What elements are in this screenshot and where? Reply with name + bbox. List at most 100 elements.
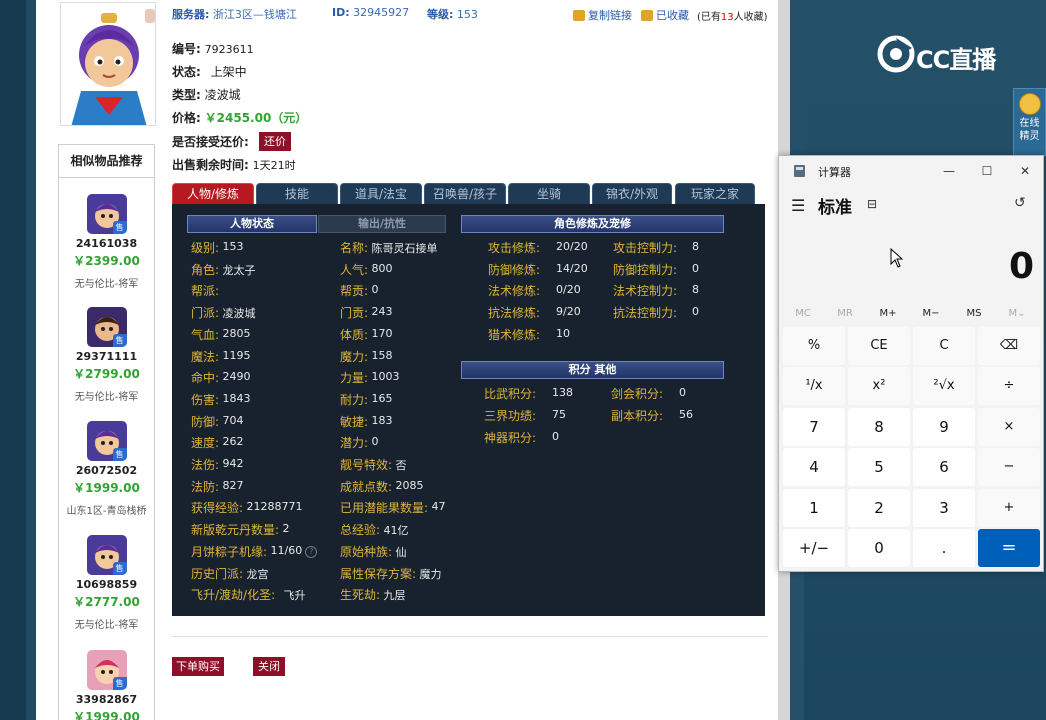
level-info: 等级: 153 — [427, 6, 478, 22]
number-value: 7923611 — [204, 43, 254, 56]
similar-item-avatar[interactable]: 售 — [86, 535, 127, 575]
copy-link-button[interactable]: 复制链接 — [573, 7, 632, 23]
similar-item[interactable]: 售 10698859 ￥2777.00 无与伦比-将军 — [58, 535, 155, 631]
square-key[interactable]: x² — [848, 367, 910, 405]
percent-key[interactable]: % — [783, 327, 845, 365]
stat-label: 已用潜能果数量: — [340, 501, 429, 516]
similar-item-avatar[interactable]: 售 — [86, 650, 127, 690]
spirit-icon — [1018, 93, 1041, 115]
similar-item-id[interactable]: 10698859 — [58, 578, 155, 591]
stat-label: 防御修炼: — [488, 262, 541, 277]
stat-label: 法术修炼: — [488, 284, 541, 299]
memory-button[interactable]: M− — [911, 306, 951, 322]
close-button[interactable]: 关闭 — [253, 657, 285, 676]
digit-6-key[interactable]: 6 — [913, 448, 975, 486]
add-key[interactable]: + — [978, 489, 1040, 527]
similar-item[interactable]: 售 29371111 ￥2799.00 无与伦比-将军 — [58, 307, 155, 403]
memory-button[interactable]: MR — [825, 306, 865, 322]
stat-value: 0 — [679, 386, 686, 399]
haggle-button[interactable]: 还价 — [259, 132, 291, 151]
similar-item-avatar[interactable]: 售 — [86, 307, 127, 347]
similar-item-id[interactable]: 33982867 — [58, 693, 155, 706]
similar-item[interactable]: 售 33982867 ￥1999.00 — [58, 650, 155, 720]
digit-3-key[interactable]: 3 — [913, 489, 975, 527]
calculator-titlebar[interactable]: 计算器 — ☐ ✕ — [779, 156, 1043, 186]
keep-on-top-icon[interactable]: ⊟ — [867, 197, 877, 211]
multiply-key[interactable]: × — [978, 408, 1040, 446]
stat-value: 陈哥灵石接单 — [371, 242, 438, 255]
equals-key[interactable]: = — [978, 529, 1040, 567]
hamburger-menu-icon[interactable]: ☰ — [791, 196, 805, 215]
stat-label: 角色: — [191, 262, 220, 277]
stat-value: 827 — [222, 478, 244, 492]
stat-label: 攻击控制力: — [613, 241, 678, 255]
digit-1-key[interactable]: 1 — [783, 489, 845, 527]
digit-0-key[interactable]: 0 — [848, 529, 910, 567]
square-root-key[interactable]: ²√x — [913, 367, 975, 405]
stat-value: 41亿 — [383, 524, 409, 538]
tab-appearance[interactable]: 锦衣/外观 — [592, 183, 672, 204]
digit-2-key[interactable]: 2 — [848, 489, 910, 527]
online-spirit-widget[interactable]: 在线 精灵 — [1013, 88, 1046, 156]
memory-button[interactable]: MC — [783, 306, 823, 322]
spirit-label-line2: 精灵 — [1019, 131, 1040, 142]
section-output-resist[interactable]: 输出/抗性 — [318, 215, 446, 233]
similar-item-id[interactable]: 29371111 — [58, 350, 155, 363]
similar-item-price: ￥2777.00 — [73, 595, 140, 609]
memory-button[interactable]: MS — [954, 306, 994, 322]
tab-mounts[interactable]: 坐骑 — [508, 183, 590, 204]
subtract-key[interactable]: − — [978, 448, 1040, 486]
backspace-key[interactable]: ⌫ — [978, 327, 1040, 365]
tab-character[interactable]: 人物/修炼 — [172, 183, 254, 204]
stat-label: 猎术修炼: — [488, 327, 541, 342]
stat-label: 生死劫: — [340, 588, 381, 603]
help-icon[interactable]: ? — [305, 545, 318, 558]
similar-item[interactable]: 售 26072502 ￥1999.00 山东1区-青岛栈桥 — [58, 421, 155, 517]
similar-item-id[interactable]: 24161038 — [58, 237, 155, 250]
maximize-button[interactable]: ☐ — [976, 161, 998, 181]
clear-entry-key[interactable]: CE — [848, 327, 910, 365]
stat-label: 人气: — [340, 262, 369, 277]
status-label: 状态: — [172, 65, 201, 79]
stat-label: 帮贡: — [340, 284, 369, 299]
divide-key[interactable]: ÷ — [978, 367, 1040, 405]
digit-4-key[interactable]: 4 — [783, 448, 845, 486]
tab-home[interactable]: 玩家之家 — [675, 183, 755, 204]
digit-9-key[interactable]: 9 — [913, 408, 975, 446]
similar-item[interactable]: 售 24161038 ￥2399.00 无与伦比-将军 — [58, 194, 155, 290]
tab-skills[interactable]: 技能 — [256, 183, 338, 204]
similar-item-avatar[interactable]: 售 — [86, 421, 127, 461]
stat-value: 1843 — [222, 391, 251, 405]
similar-item-id[interactable]: 26072502 — [58, 464, 155, 477]
similar-item-price: ￥2799.00 — [73, 367, 140, 381]
favorited-button[interactable]: 已收藏 — [641, 7, 689, 23]
similar-items-title: 相似物品推荐 — [58, 144, 155, 178]
stat-label: 原始种族: — [340, 544, 393, 559]
tab-pets[interactable]: 召唤兽/孩子 — [424, 183, 506, 204]
price-label: 价格: — [172, 111, 201, 125]
memory-button[interactable]: M+ — [868, 306, 908, 322]
stat-label: 潜力: — [340, 436, 369, 451]
stat-value: 否 — [395, 459, 407, 472]
tab-items[interactable]: 道具/法宝 — [340, 183, 422, 204]
buy-button[interactable]: 下单购买 — [172, 657, 224, 676]
digit-7-key[interactable]: 7 — [783, 408, 845, 446]
level-label: 等级: — [427, 8, 454, 21]
calculator-mode-title: 标准 — [818, 198, 852, 218]
stat-value: 0 — [692, 261, 699, 275]
negate-key[interactable]: +/− — [783, 529, 845, 567]
stat-value: 56 — [679, 408, 693, 421]
minimize-button[interactable]: — — [938, 161, 960, 181]
decimal-key[interactable]: . — [913, 529, 975, 567]
section-character-status[interactable]: 人物状态 — [187, 215, 317, 233]
stat-value: 20/20 — [556, 240, 588, 253]
similar-item-avatar[interactable]: 售 — [86, 194, 127, 234]
reciprocal-key[interactable]: ¹/x — [783, 367, 845, 405]
memory-button[interactable]: M⌄ — [997, 306, 1037, 322]
history-icon[interactable]: ↺ — [1014, 195, 1026, 211]
digit-8-key[interactable]: 8 — [848, 408, 910, 446]
clear-key[interactable]: C — [913, 327, 975, 365]
window-close-button[interactable]: ✕ — [1014, 161, 1036, 181]
stat-value: 仙 — [395, 545, 407, 559]
digit-5-key[interactable]: 5 — [848, 448, 910, 486]
